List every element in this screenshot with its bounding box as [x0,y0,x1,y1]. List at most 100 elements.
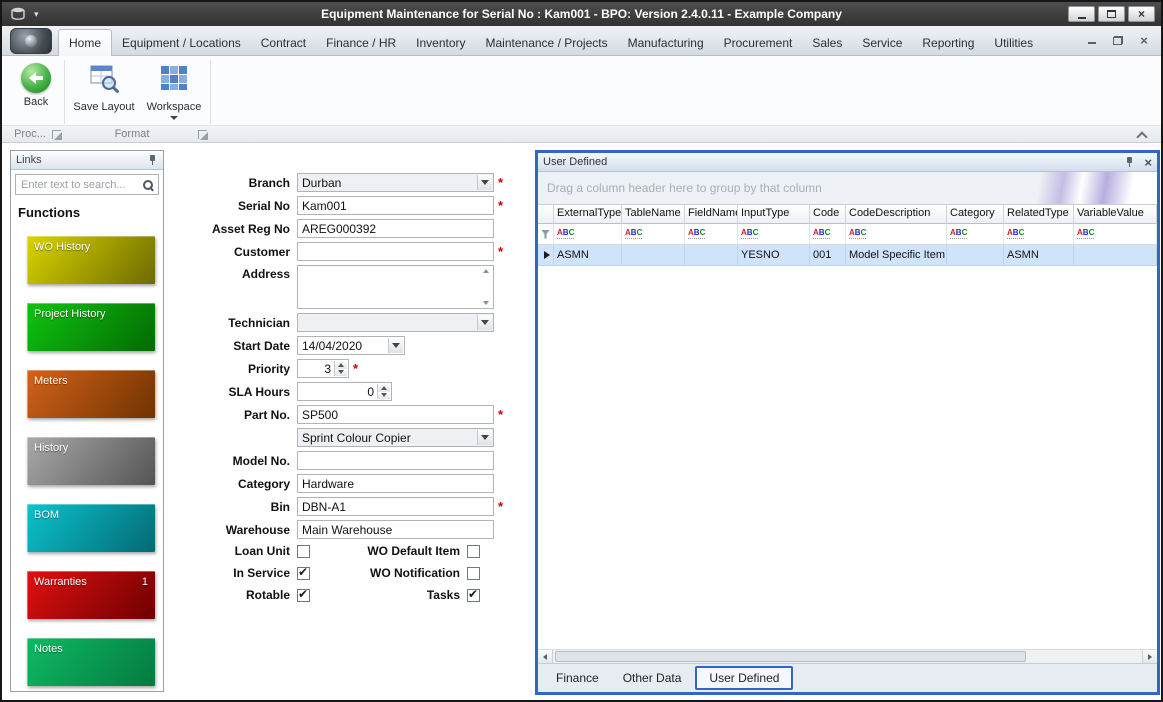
tab-equipment-locations[interactable]: Equipment / Locations [112,30,251,55]
tab-user-defined[interactable]: User Defined [695,666,793,690]
project-history-button[interactable]: Project History [27,303,155,351]
column-header-externaltype[interactable]: ExternalType [554,205,622,224]
sla-hours-field[interactable]: 0 [297,382,392,401]
application-menu-button[interactable] [10,28,52,54]
filter-cell[interactable]: ABC [738,224,810,245]
ribbon-collapse-icon[interactable] [1137,130,1145,138]
app-icon[interactable] [8,6,28,22]
tasks-checkbox[interactable] [467,589,480,602]
back-button[interactable]: Back [12,60,60,108]
column-header-relatedtype[interactable]: RelatedType [1004,205,1074,224]
cell-fieldname[interactable] [685,245,738,266]
model-no-field[interactable] [297,451,494,470]
tab-finance-hr[interactable]: Finance / HR [316,30,406,55]
filter-cell[interactable]: ABC [1004,224,1074,245]
start-date-field[interactable]: 14/04/2020 [297,336,405,355]
search-input[interactable]: Enter text to search... [15,174,159,195]
sla-hours-spinner[interactable] [377,384,390,399]
warranties-button[interactable]: Warranties1 [27,571,155,619]
wo-notification-checkbox[interactable] [467,567,480,580]
scrollbar-thumb[interactable] [555,651,1026,662]
technician-field[interactable] [297,313,494,332]
wo-history-button[interactable]: WO History [27,236,155,284]
category-field[interactable]: Hardware [297,474,494,493]
pin-icon[interactable] [148,154,158,166]
scroll-right-icon[interactable] [1142,650,1157,663]
filter-cell[interactable]: ABC [554,224,622,245]
pin-icon[interactable] [1125,156,1135,168]
cell-tablename[interactable] [622,245,685,266]
chevron-down-icon[interactable] [477,315,492,330]
workspace-button[interactable]: Workspace [142,60,206,120]
save-layout-button[interactable]: Save Layout [72,60,136,113]
address-scroll-arrows-icon[interactable] [480,267,492,307]
horizontal-scrollbar[interactable] [538,649,1157,663]
cell-inputtype[interactable]: YESNO [738,245,810,266]
filter-cell[interactable]: ABC [947,224,1004,245]
grid-data-row-selected[interactable]: ASMN YESNO 001 Model Specific Item ASMN [538,245,1157,266]
mdi-minimize-button[interactable] [1085,34,1099,46]
group-by-box[interactable]: Drag a column header here to group by th… [538,172,1157,205]
quick-access-dropdown-icon[interactable]: ▾ [34,9,39,20]
panel-close-icon[interactable]: × [1144,156,1152,169]
minimize-button[interactable] [1068,6,1095,22]
group-format-dialog-launcher-icon[interactable] [198,130,207,139]
chevron-down-icon[interactable] [477,430,492,445]
close-button[interactable]: × [1128,6,1155,22]
tab-inventory[interactable]: Inventory [406,30,475,55]
cell-relatedtype[interactable]: ASMN [1004,245,1074,266]
scroll-left-icon[interactable] [538,650,553,663]
customer-field[interactable] [297,242,494,261]
wo-default-item-checkbox[interactable] [467,545,480,558]
cell-code[interactable]: 001 [810,245,846,266]
warehouse-field[interactable]: Main Warehouse [297,520,494,539]
tab-finance[interactable]: Finance [546,666,609,690]
scrollbar-track[interactable] [553,650,1142,663]
asset-reg-no-field[interactable]: AREG000392 [297,219,494,238]
meters-button[interactable]: Meters [27,370,155,418]
tab-manufacturing[interactable]: Manufacturing [618,30,714,55]
column-header-tablename[interactable]: TableName [622,205,685,224]
mdi-close-button[interactable]: × [1137,34,1151,46]
tab-reporting[interactable]: Reporting [912,30,984,55]
tab-home[interactable]: Home [58,29,112,56]
bin-field[interactable]: DBN-A1 [297,497,494,516]
filter-cell[interactable]: ABC [1074,224,1157,245]
column-header-fieldname[interactable]: FieldName [685,205,738,224]
search-icon[interactable] [142,179,154,191]
loan-unit-checkbox[interactable] [297,545,310,558]
cell-category[interactable] [947,245,1004,266]
priority-spinner[interactable] [334,361,347,376]
branch-field[interactable]: Durban [297,173,494,192]
calendar-dropdown-icon[interactable] [388,338,403,353]
tab-sales[interactable]: Sales [802,30,852,55]
filter-cell[interactable]: ABC [685,224,738,245]
filter-cell[interactable]: ABC [810,224,846,245]
chevron-down-icon[interactable] [477,175,492,190]
tab-other-data[interactable]: Other Data [613,666,692,690]
group-proc-dialog-launcher-icon[interactable] [52,130,61,139]
address-field[interactable] [297,265,494,309]
cell-variablevalue[interactable] [1074,245,1157,266]
column-header-category[interactable]: Category [947,205,1004,224]
history-button[interactable]: History [27,437,155,485]
filter-cell[interactable]: ABC [846,224,947,245]
column-header-inputtype[interactable]: InputType [738,205,810,224]
tab-service[interactable]: Service [852,30,912,55]
column-header-codedescription[interactable]: CodeDescription [846,205,947,224]
column-header-code[interactable]: Code [810,205,846,224]
column-header-variablevalue[interactable]: VariableValue [1074,205,1157,224]
tab-contract[interactable]: Contract [251,30,316,55]
filter-cell[interactable]: ABC [622,224,685,245]
bom-button[interactable]: BOM [27,504,155,552]
cell-externaltype[interactable]: ASMN [554,245,622,266]
rotable-checkbox[interactable] [297,589,310,602]
maximize-button[interactable] [1098,6,1125,22]
in-service-checkbox[interactable] [297,567,310,580]
serial-no-field[interactable]: Kam001 [297,196,494,215]
mdi-restore-button[interactable] [1111,34,1125,46]
tab-maintenance-projects[interactable]: Maintenance / Projects [476,30,618,55]
tab-procurement[interactable]: Procurement [714,30,803,55]
part-description-field[interactable]: Sprint Colour Copier [297,428,494,447]
part-no-field[interactable]: SP500 [297,405,494,424]
